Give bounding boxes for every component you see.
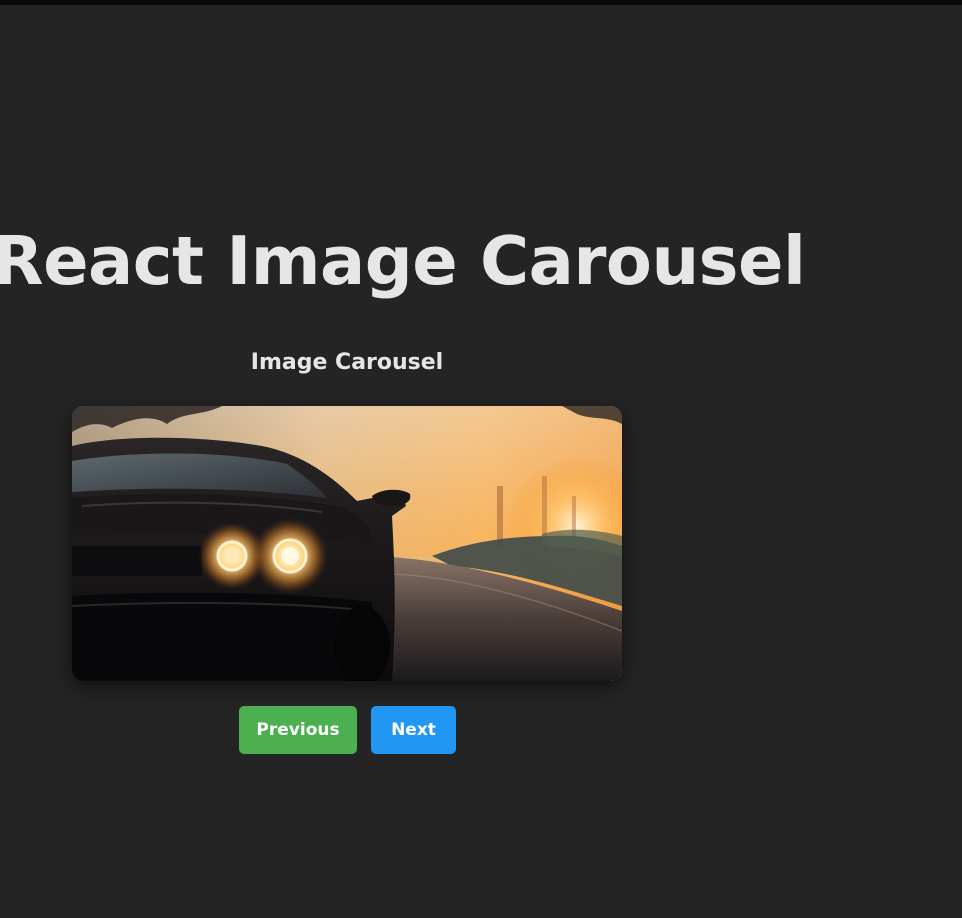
page-title: React Image Carousel [0,222,806,300]
previous-button[interactable]: Previous [239,706,357,754]
top-border [0,0,962,5]
next-button[interactable]: Next [371,706,456,754]
carousel-heading: Image Carousel [250,350,444,375]
carousel-controls: Previous Next [239,706,456,754]
car-at-sunset-photo [72,406,622,681]
carousel-image [72,406,622,681]
